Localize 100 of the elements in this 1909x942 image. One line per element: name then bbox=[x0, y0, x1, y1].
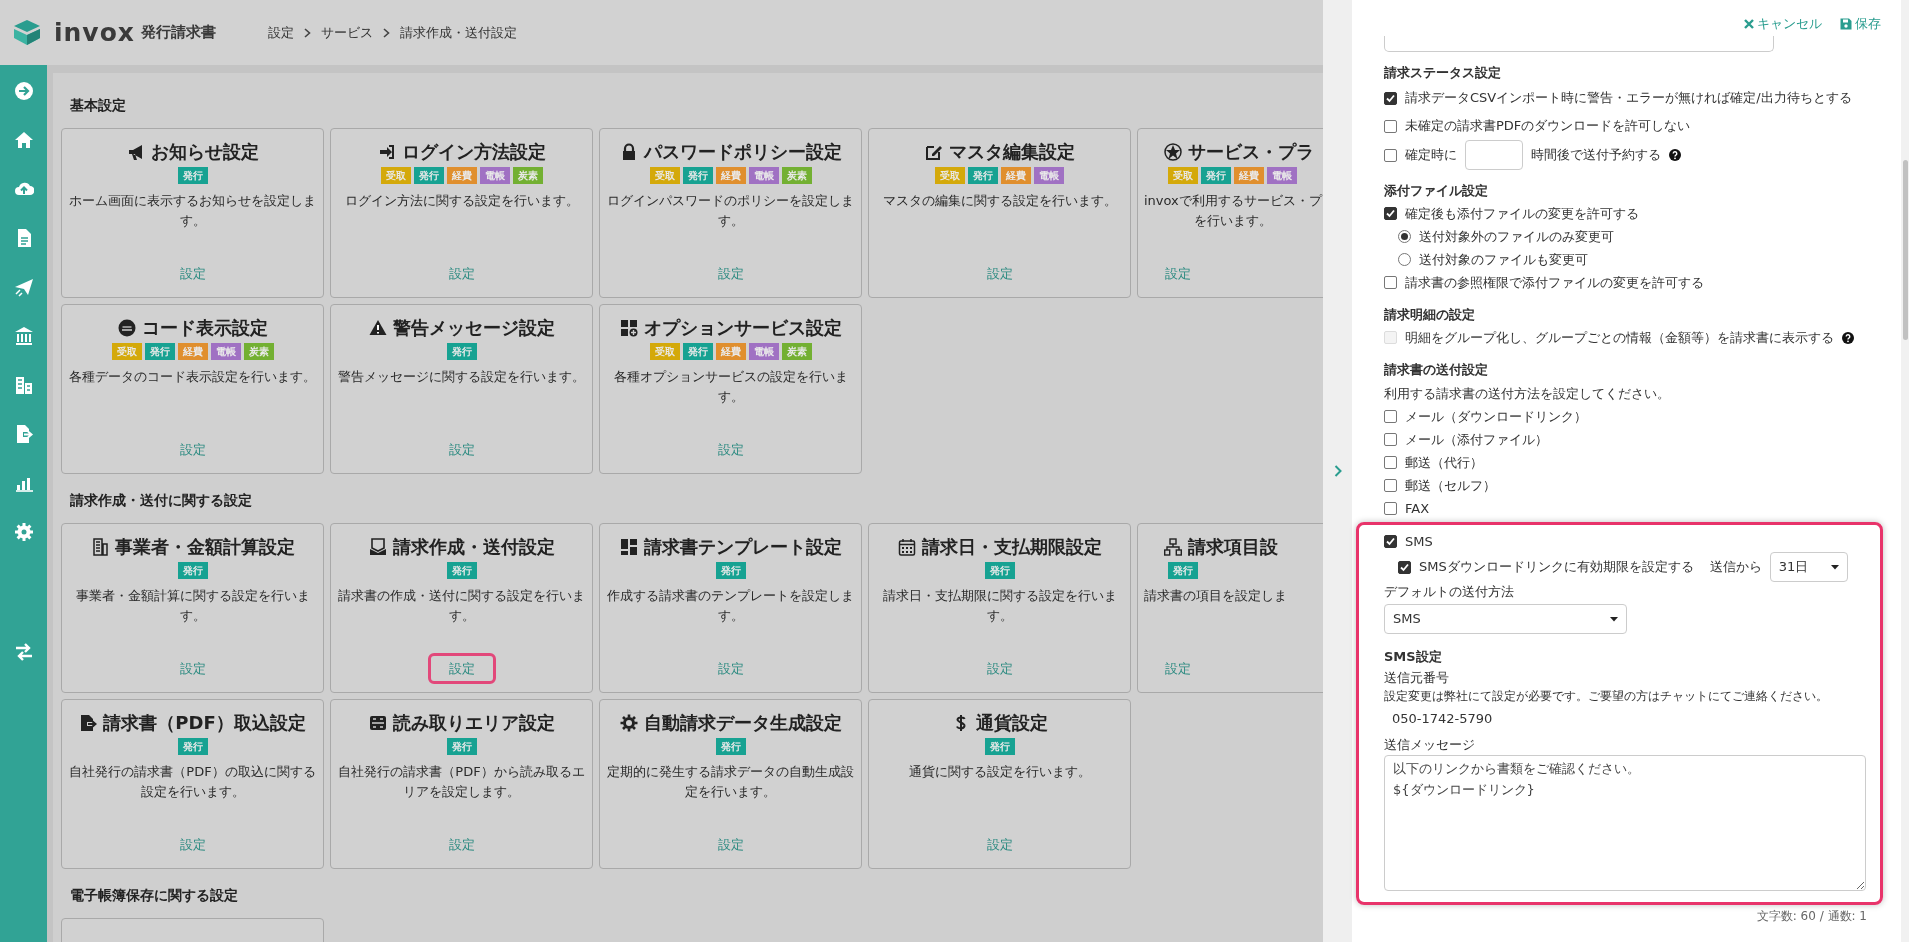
checkbox[interactable] bbox=[1384, 119, 1397, 133]
settings-link[interactable]: 設定 bbox=[1144, 257, 1212, 289]
service-tag: 発行 bbox=[144, 343, 175, 360]
swap-arrows-icon bbox=[13, 642, 34, 662]
radio-button[interactable] bbox=[1398, 230, 1411, 243]
settings-link[interactable]: 設定 bbox=[965, 257, 1034, 289]
brand-name: invox bbox=[54, 16, 135, 49]
service-tag: 発行 bbox=[715, 562, 746, 579]
hours-field[interactable] bbox=[1465, 140, 1523, 170]
building-icon bbox=[90, 538, 109, 556]
logo-icon bbox=[12, 17, 42, 48]
breadcrumb-item[interactable]: サービス bbox=[320, 22, 373, 43]
option-label: 請求データCSVインポート時に警告・エラーが無ければ確定/出力待ちとする bbox=[1405, 89, 1852, 108]
checkbox[interactable] bbox=[1384, 148, 1397, 162]
service-tag: 発行 bbox=[682, 343, 713, 360]
settings-link[interactable]: 設定 bbox=[696, 652, 765, 684]
section-title: 請求作成・送付に関する設定 bbox=[70, 491, 253, 510]
settings-link[interactable]: 設定 bbox=[696, 828, 765, 860]
arrow-circle-icon bbox=[13, 81, 34, 101]
option-label: 確定時に bbox=[1405, 146, 1457, 165]
checkbox[interactable] bbox=[1384, 207, 1397, 220]
settings-link[interactable]: 設定 bbox=[696, 257, 765, 289]
service-tag: 発行 bbox=[177, 167, 208, 184]
settings-link[interactable]: 設定 bbox=[965, 652, 1034, 684]
input-field[interactable] bbox=[1384, 36, 1774, 52]
settings-link[interactable]: 設定 bbox=[427, 828, 496, 860]
settings-link[interactable]: 設定 bbox=[965, 828, 1034, 860]
breadcrumb-item[interactable]: 設定 bbox=[267, 22, 294, 43]
card-title: 請求書（PDF）取込設定 bbox=[103, 711, 306, 735]
checkbox[interactable] bbox=[1384, 91, 1397, 105]
help-icon bbox=[1669, 149, 1681, 161]
expiry-select[interactable]: 31日 bbox=[1769, 552, 1848, 582]
option-label: 未確定の請求書PDFのダウンロードを許可しない bbox=[1405, 117, 1691, 136]
checkbox[interactable] bbox=[1384, 502, 1397, 515]
card-description: を行います。 bbox=[1193, 212, 1273, 230]
service-tag: 受取 bbox=[1168, 167, 1198, 184]
radio-button[interactable] bbox=[1398, 253, 1411, 266]
card-title: 請求日・支払期限設定 bbox=[921, 535, 1102, 559]
send-method-select[interactable]: SMS bbox=[1384, 604, 1627, 634]
caret-down-icon bbox=[1830, 564, 1839, 570]
settings-link[interactable]: 設定 bbox=[696, 433, 765, 465]
settings-link[interactable]: 設定 bbox=[427, 257, 496, 289]
grid-icon bbox=[619, 538, 638, 556]
help-text: 設定変更は弊社にて設定が必要です。ご要望の方はチャットにてご連絡ください。 bbox=[1384, 688, 1829, 704]
service-tag: 受取 bbox=[649, 343, 680, 360]
gear-icon bbox=[619, 714, 638, 732]
megaphone-icon bbox=[126, 143, 145, 161]
checkbox[interactable] bbox=[1384, 535, 1397, 548]
settings-link[interactable]: 設定 bbox=[1144, 652, 1212, 684]
card-description: 各種データのコード表示設定を行います。 bbox=[69, 368, 316, 386]
save-button[interactable]: 保存 bbox=[1840, 12, 1881, 36]
service-tag: 発行 bbox=[715, 738, 746, 755]
card-title: マスタ編集設定 bbox=[948, 140, 1075, 164]
checkbox[interactable] bbox=[1384, 456, 1397, 469]
service-tag: 発行 bbox=[177, 562, 208, 579]
service-tag: 経費 bbox=[1234, 167, 1264, 184]
section-title: 基本設定 bbox=[70, 96, 127, 115]
section-title: 請求書の送付設定 bbox=[1384, 361, 1489, 379]
card-title: サービス・プラ bbox=[1188, 140, 1314, 164]
option-label: 送付対象のファイルも変更可 bbox=[1419, 250, 1588, 269]
service-tag: 電帳 bbox=[1034, 167, 1064, 184]
option-label: 確定後も添付ファイルの変更を許可する bbox=[1405, 204, 1639, 223]
chevron-right-icon[interactable] bbox=[1333, 465, 1342, 477]
settings-link[interactable]: 設定 bbox=[158, 257, 227, 289]
section-title: 請求ステータス設定 bbox=[1384, 64, 1502, 82]
option-label: 送付対象外のファイルのみ変更可 bbox=[1419, 227, 1614, 246]
service-tag: 経費 bbox=[1001, 167, 1031, 184]
option-label: メール（ダウンロードリンク） bbox=[1405, 407, 1587, 426]
message-field[interactable]: 以下のリンクから書類をご確認ください。 ${ダウンロードリンク} bbox=[1384, 754, 1866, 891]
service-tag: 経費 bbox=[446, 167, 477, 184]
checkbox[interactable] bbox=[1384, 410, 1397, 423]
card-description: 警告メッセージに関する設定を行います。 bbox=[338, 368, 585, 386]
envelope-tray-icon bbox=[368, 538, 387, 556]
scrollbar[interactable] bbox=[1901, 0, 1909, 942]
service-tag: 炭素 bbox=[243, 343, 274, 360]
card-title: ログイン方法設定 bbox=[401, 140, 546, 164]
settings-link[interactable]: 設定 bbox=[427, 433, 496, 465]
checkbox[interactable] bbox=[1398, 560, 1411, 574]
card-title: 自動請求データ生成設定 bbox=[643, 711, 842, 735]
service-tag: 炭素 bbox=[781, 167, 812, 184]
building-icon bbox=[13, 375, 34, 395]
checkbox[interactable] bbox=[1384, 276, 1397, 289]
settings-link[interactable]: 設定 bbox=[158, 433, 227, 465]
field-label: 送信メッセージ bbox=[1384, 735, 1476, 754]
service-tag: 発行 bbox=[968, 167, 998, 184]
settings-link[interactable]: 設定 bbox=[427, 652, 496, 684]
settings-link[interactable]: 設定 bbox=[158, 652, 227, 684]
option-label: 請求書の参照権限で添付ファイルの変更を許可する bbox=[1405, 273, 1704, 292]
paper-plane-icon bbox=[13, 277, 34, 297]
cancel-button[interactable]: キャンセル bbox=[1744, 12, 1822, 36]
service-tag: 炭素 bbox=[512, 167, 543, 184]
option-label: 時間後で送付予約する bbox=[1531, 146, 1661, 165]
checkbox[interactable] bbox=[1384, 433, 1397, 446]
settings-link[interactable]: 設定 bbox=[158, 828, 227, 860]
option-label: 明細をグループ化し、グループごとの情報（金額等）を請求書に表示する bbox=[1405, 328, 1834, 347]
file-import-icon bbox=[79, 714, 98, 732]
option-label: SMS bbox=[1405, 532, 1433, 551]
service-tag: 炭素 bbox=[781, 343, 812, 360]
service-tag: 電帳 bbox=[748, 167, 779, 184]
checkbox[interactable] bbox=[1384, 479, 1397, 492]
